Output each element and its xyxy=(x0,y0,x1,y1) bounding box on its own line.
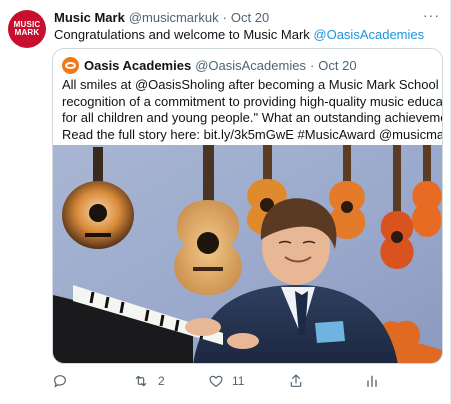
quoted-tweet-text: All smiles at @OasisSholing after becomi… xyxy=(62,77,443,143)
mention-link[interactable]: @OasisAcademies xyxy=(313,27,424,42)
quoted-user-handle: @OasisAcademies xyxy=(195,57,306,73)
reply-button[interactable] xyxy=(52,372,76,390)
tweet[interactable]: MUSIC MARK Music Mark @musicmarkuk · Oct… xyxy=(0,0,451,404)
tweet-photo[interactable] xyxy=(53,145,442,363)
quoted-text-line: All smiles at @OasisSholing after becomi… xyxy=(62,77,443,92)
guitar xyxy=(412,181,442,237)
quoted-separator-dot: · xyxy=(309,57,315,73)
quoted-text-line: for all children and young people." What… xyxy=(62,110,443,125)
retweet-count: 2 xyxy=(158,374,165,388)
hand xyxy=(185,318,221,336)
separator-dot: · xyxy=(222,9,227,25)
quoted-timestamp: Oct 20 xyxy=(318,57,357,73)
like-count: 11 xyxy=(232,374,245,388)
display-name[interactable]: Music Mark xyxy=(54,10,125,25)
quoted-avatar xyxy=(62,56,79,74)
photo-illustration xyxy=(53,145,442,363)
school-badge xyxy=(315,321,345,343)
retweet-icon xyxy=(135,375,147,387)
quoted-text-line: Read the full story here: bit.ly/3k5mGwE… xyxy=(62,126,443,142)
more-options-icon[interactable]: ··· xyxy=(423,8,440,22)
tweet-text: Congratulations and welcome to Music Mar… xyxy=(54,26,424,43)
user-handle[interactable]: @musicmarkuk xyxy=(129,10,219,25)
retweet-button[interactable]: 2 xyxy=(132,372,165,390)
like-icon xyxy=(209,375,223,387)
analytics-icon xyxy=(367,375,377,387)
tweet-text-body: Congratulations and welcome to Music Mar… xyxy=(54,27,314,42)
quoted-display-name: Oasis Academies xyxy=(84,57,192,73)
quoted-tweet-header: Oasis Academies @OasisAcademies · Oct 20 xyxy=(62,56,357,74)
avatar-text-line-2: MARK xyxy=(14,28,40,37)
quoted-text-line: recognition of a commitment to providing… xyxy=(62,93,443,109)
analytics-button[interactable] xyxy=(364,372,380,390)
tweet-header: Music Mark @musicmarkuk · Oct 20 ··· xyxy=(54,8,440,26)
share-button[interactable] xyxy=(288,372,304,390)
timestamp[interactable]: Oct 20 xyxy=(231,10,269,25)
like-button[interactable]: 11 xyxy=(208,372,244,390)
avatar[interactable]: MUSIC MARK xyxy=(8,10,46,48)
share-icon xyxy=(290,374,302,387)
tweet-actions: 2 11 xyxy=(52,372,392,390)
hand xyxy=(227,333,259,349)
quoted-tweet[interactable]: Oasis Academies @OasisAcademies · Oct 20… xyxy=(52,48,443,364)
reply-icon xyxy=(54,375,66,388)
